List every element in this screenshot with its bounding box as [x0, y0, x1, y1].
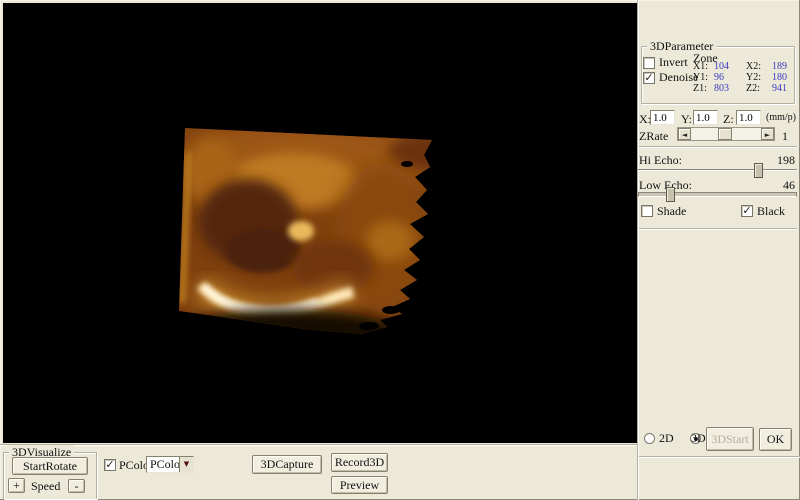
zone-x1-value: 104 — [714, 61, 729, 72]
zone-y2-value: 180 — [772, 72, 787, 83]
zrate-left-arrow-icon[interactable]: ◄ — [678, 128, 691, 140]
speed-plus-button[interactable]: + — [8, 478, 25, 493]
app-window: { "icons": { "check": "✓", "left_arrow":… — [0, 0, 800, 500]
low-echo-thumb[interactable] — [666, 187, 675, 202]
render-viewport[interactable] — [3, 3, 637, 443]
pcolor-select[interactable]: PColor ▼ — [146, 456, 194, 473]
zone-y1-value: 96 — [714, 72, 724, 83]
bottom-strip-divider — [0, 444, 637, 446]
zone-x2-label: X2: — [746, 61, 761, 72]
scale-unit-label: (mm/p) — [766, 112, 796, 123]
scale-z-input[interactable] — [736, 110, 761, 125]
dropdown-arrow-icon[interactable]: ▼ — [179, 457, 193, 472]
zone-y2-label: Y2: — [746, 72, 761, 83]
low-echo-slider[interactable] — [638, 192, 797, 197]
speed-minus-button[interactable]: - — [68, 479, 85, 493]
separator-2 — [639, 228, 797, 230]
zone-z2-label: Z2: — [746, 83, 760, 94]
low-echo-value: 46 — [783, 178, 795, 193]
speed-label: Speed — [31, 479, 60, 494]
separator-1 — [639, 146, 797, 148]
scale-y-input[interactable] — [693, 110, 718, 125]
panel-divider — [637, 0, 639, 500]
ultrasound-volume-image — [3, 3, 637, 443]
scale-x-input[interactable] — [650, 110, 675, 125]
zone-z1-value: 803 — [714, 83, 729, 94]
hi-echo-slider[interactable] — [638, 169, 797, 171]
invert-label: Invert — [659, 55, 688, 70]
record3d-button[interactable]: Record3D — [331, 453, 388, 472]
shade-checkbox[interactable] — [641, 205, 653, 217]
start-rotate-button[interactable]: StartRotate — [12, 457, 88, 475]
hi-echo-thumb[interactable] — [754, 163, 763, 178]
3dcapture-button[interactable]: 3DCapture — [252, 455, 322, 474]
zone-z2-value: 941 — [772, 83, 787, 94]
zrate-scrollbar[interactable]: ◄ ► — [677, 127, 775, 141]
preview-button[interactable]: Preview — [331, 476, 388, 494]
invert-checkbox[interactable] — [643, 57, 655, 69]
ok-button[interactable]: OK — [759, 428, 792, 451]
denoise-checkbox[interactable]: ✓ — [643, 72, 655, 84]
hi-echo-label: Hi Echo: — [639, 153, 682, 168]
3dstart-button[interactable]: 3DStart — [706, 427, 754, 451]
hi-echo-value: 198 — [777, 153, 795, 168]
mode-2d-radio[interactable] — [644, 433, 655, 444]
zrate-label: ZRate — [639, 129, 668, 144]
zrate-right-arrow-icon[interactable]: ► — [761, 128, 774, 140]
scale-y-label: Y: — [681, 112, 692, 127]
zrate-thumb[interactable] — [718, 128, 732, 140]
zone-z1-label: Z1: — [693, 83, 707, 94]
black-label: Black — [757, 204, 785, 219]
separator-3 — [639, 456, 800, 458]
black-checkbox[interactable]: ✓ — [741, 205, 753, 217]
scale-z-label: Z: — [723, 112, 734, 127]
mode-3d-label: 3D — [691, 431, 706, 446]
zone-x2-value: 189 — [772, 61, 787, 72]
zone-x1-label: X1: — [693, 61, 708, 72]
mode-2d-label: 2D — [659, 431, 674, 446]
shade-label: Shade — [657, 204, 686, 219]
zrate-value: 1 — [782, 129, 788, 144]
pcolor-checkbox[interactable]: ✓ — [104, 459, 116, 471]
zone-y1-label: Y1: — [693, 72, 708, 83]
